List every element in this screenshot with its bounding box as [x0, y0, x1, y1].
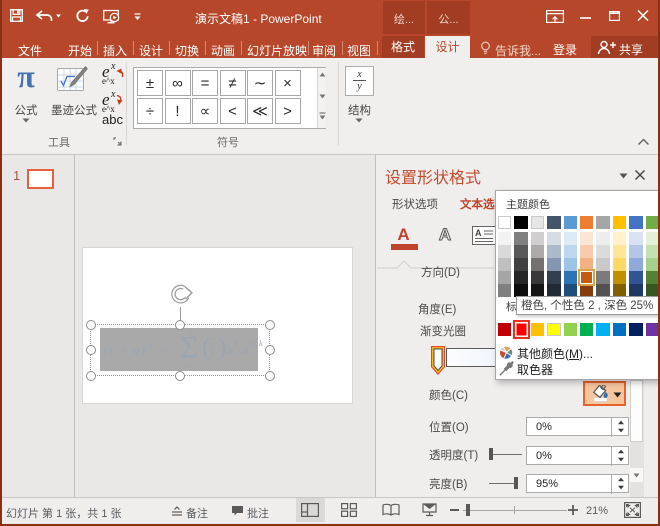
svg-text:A: A [475, 228, 482, 238]
